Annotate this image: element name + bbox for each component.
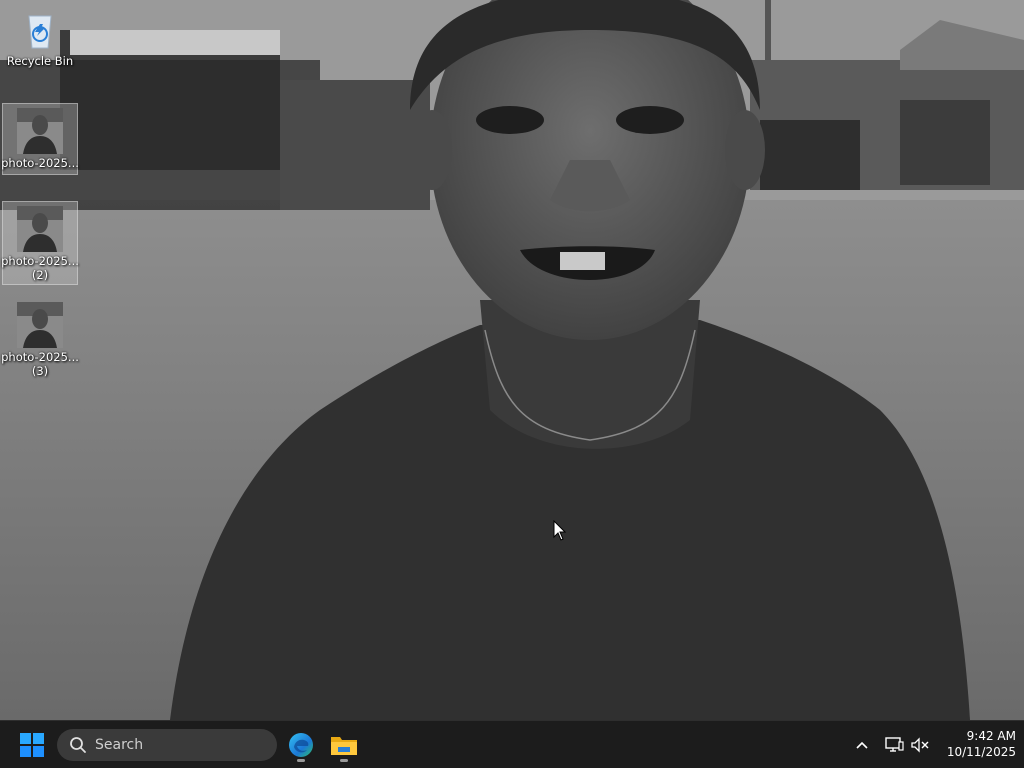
search-icon [70,737,86,753]
taskbar-app-edge[interactable] [283,727,319,763]
running-indicator [340,759,348,762]
folder-icon [331,737,357,755]
windows-logo-icon [20,733,44,757]
desktop-icon-label: photo-2025... [1,254,79,268]
network-status[interactable] [882,733,906,757]
show-hidden-icons-chevron[interactable] [850,733,874,757]
network-display-icon [885,737,904,752]
start-button[interactable] [14,729,50,761]
running-indicator [297,759,305,762]
taskbar-app-file-explorer[interactable] [326,727,362,763]
chevron-up-icon [856,741,868,749]
photo-thumbnail-icon [17,108,63,154]
desktop-icon-label: photo-2025... [1,350,79,364]
search-placeholder: Search [95,737,144,753]
taskbar-clock[interactable]: 9:42 AM 10/11/2025 [936,728,1016,762]
desktop-icon-photo-2[interactable]: photo-2025... (2) [1,201,79,285]
desktop-icon-photo-1[interactable]: photo-2025... [1,103,79,175]
desktop-icon-label: photo-2025... [1,156,79,170]
desktop-wallpaper [0,0,1024,720]
photo-thumbnail-icon [17,302,63,348]
desktop-icon-label: Recycle Bin [6,54,74,68]
desktop-icon-label-suffix: (2) [31,268,49,282]
clock-date: 10/11/2025 [946,745,1016,759]
mouse-cursor-icon [553,520,567,541]
volume-status[interactable] [908,733,932,757]
taskbar: Search 9:42 AM 10/11/2025 [0,720,1024,768]
desktop-icon-label-suffix: (3) [31,364,49,378]
desktop-icon-photo-3[interactable]: photo-2025... (3) [1,298,79,384]
edge-icon [289,733,313,757]
recycle-bin-icon [28,15,52,49]
clock-time: 9:42 AM [966,729,1016,743]
taskbar-search-box[interactable]: Search [57,729,277,761]
photo-thumbnail-icon [17,206,63,252]
desktop[interactable]: Recycle Bin photo-2025... photo-2025... … [0,0,1024,720]
desktop-icon-recycle-bin[interactable]: Recycle Bin [2,2,78,74]
volume-muted-icon [911,737,929,753]
